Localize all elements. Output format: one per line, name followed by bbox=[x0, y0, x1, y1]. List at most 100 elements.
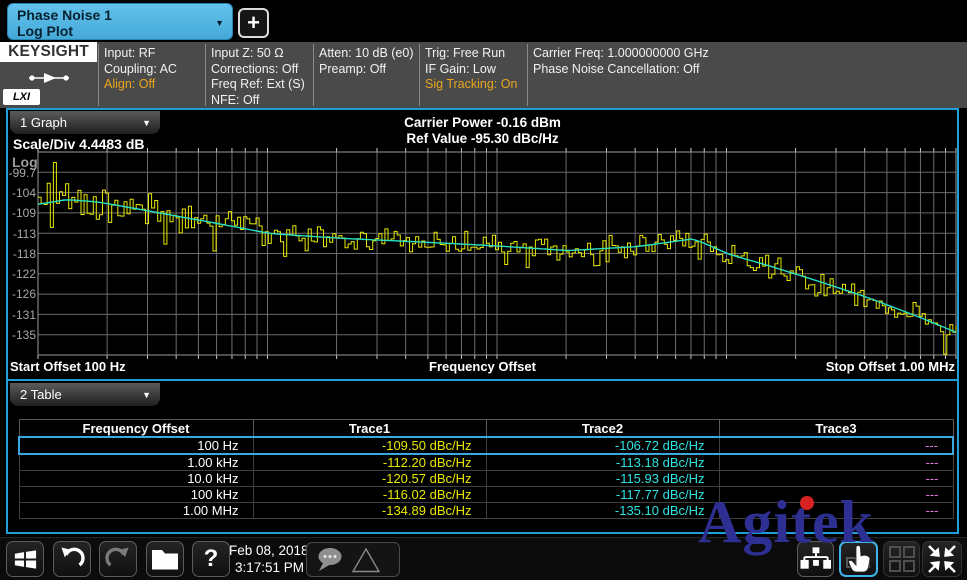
pane-divider bbox=[8, 379, 957, 381]
y-axis-tick: -131 bbox=[12, 308, 36, 322]
cell-trace1[interactable]: -116.02 dBc/Hz bbox=[253, 487, 486, 503]
y-axis-tick: -118 bbox=[13, 247, 36, 261]
stop-offset-label: Stop Offset 1.00 MHz bbox=[826, 359, 955, 374]
brand-logo: KEYSIGHT LXI bbox=[0, 42, 97, 108]
cell-frequency[interactable]: 100 Hz bbox=[19, 437, 253, 454]
redo-icon bbox=[103, 544, 133, 574]
col-header-trace2[interactable]: Trace2 bbox=[486, 420, 719, 438]
cell-trace2[interactable]: -106.72 dBc/Hz bbox=[486, 437, 719, 454]
chevron-down-icon[interactable]: ▼ bbox=[215, 18, 224, 28]
header-col-carrier[interactable]: Carrier Freq: 1.000000000 GHz Phase Nois… bbox=[533, 46, 709, 77]
touch-icon bbox=[844, 544, 874, 574]
block-diagram-button[interactable] bbox=[797, 541, 834, 577]
message-panel[interactable] bbox=[306, 542, 400, 577]
cell-trace2[interactable]: -117.77 dBc/Hz bbox=[486, 487, 719, 503]
block-diagram-icon bbox=[800, 546, 831, 572]
status-line: Align: Off bbox=[104, 77, 177, 93]
header-divider bbox=[313, 44, 314, 106]
status-line: Phase Noise Cancellation: Off bbox=[533, 62, 709, 78]
y-axis-tick: -104 bbox=[12, 186, 36, 200]
cell-trace2[interactable]: -113.18 dBc/Hz bbox=[486, 454, 719, 471]
status-line: Preamp: Off bbox=[319, 62, 414, 78]
windows-start-button[interactable] bbox=[6, 541, 44, 577]
status-line: IF Gain: Low bbox=[425, 62, 517, 78]
status-line: NFE: Off bbox=[211, 93, 305, 109]
status-header: KEYSIGHT LXI Input: RF Coupling: AC Alig… bbox=[0, 42, 967, 108]
cell-trace3[interactable]: --- bbox=[719, 437, 953, 454]
cell-trace3[interactable]: --- bbox=[719, 487, 953, 503]
x-axis-row: Start Offset 100 Hz Frequency Offset Sto… bbox=[8, 359, 957, 376]
table-row[interactable]: 10.0 kHz -120.57 dBc/Hz -115.93 dBc/Hz -… bbox=[19, 471, 953, 487]
header-divider bbox=[527, 44, 528, 106]
window-grid-icon bbox=[888, 545, 916, 573]
keysight-arrow-icon bbox=[28, 72, 70, 84]
add-window-button[interactable]: + bbox=[238, 8, 269, 38]
touch-mode-button[interactable] bbox=[839, 541, 878, 577]
header-divider bbox=[419, 44, 420, 106]
work-area: 1 Graph ▼ Scale/Div 4.4483 dB Carrier Po… bbox=[6, 108, 959, 534]
help-button[interactable]: ? bbox=[192, 541, 230, 577]
table-header-row: Frequency Offset Trace1 Trace2 Trace3 bbox=[19, 420, 953, 438]
folder-button[interactable] bbox=[146, 541, 184, 577]
header-col-input[interactable]: Input: RF Coupling: AC Align: Off bbox=[104, 46, 177, 93]
collapse-icon bbox=[925, 543, 959, 575]
cell-trace1[interactable]: -112.20 dBc/Hz bbox=[253, 454, 486, 471]
table-row[interactable]: 100 kHz -116.02 dBc/Hz -117.77 dBc/Hz --… bbox=[19, 487, 953, 503]
table-row[interactable]: 1.00 MHz -134.89 dBc/Hz -135.10 dBc/Hz -… bbox=[19, 503, 953, 519]
status-line: Freq Ref: Ext (S) bbox=[211, 77, 305, 93]
cell-trace3[interactable]: --- bbox=[719, 471, 953, 487]
col-header-frequency[interactable]: Frequency Offset bbox=[19, 420, 253, 438]
header-divider bbox=[98, 44, 99, 106]
status-line: Carrier Freq: 1.000000000 GHz bbox=[533, 46, 709, 62]
folder-icon bbox=[151, 547, 179, 571]
cell-frequency[interactable]: 100 kHz bbox=[19, 487, 253, 503]
windows-icon bbox=[12, 546, 39, 573]
cell-trace3[interactable]: --- bbox=[719, 503, 953, 519]
cell-frequency[interactable]: 1.00 kHz bbox=[19, 454, 253, 471]
y-axis-tick: -126 bbox=[12, 287, 36, 301]
x-axis-label: Frequency Offset bbox=[8, 359, 957, 374]
cell-frequency[interactable]: 10.0 kHz bbox=[19, 471, 253, 487]
undo-icon bbox=[57, 544, 87, 574]
plot-grid bbox=[38, 148, 956, 359]
redo-button[interactable] bbox=[99, 541, 137, 577]
cell-trace1[interactable]: -109.50 dBc/Hz bbox=[253, 437, 486, 454]
window-arrange-button[interactable] bbox=[883, 541, 920, 577]
header-col-inputz[interactable]: Input Z: 50 Ω Corrections: Off Freq Ref:… bbox=[211, 46, 305, 108]
status-line: Input: RF bbox=[104, 46, 177, 62]
status-line: Trig: Free Run bbox=[425, 46, 517, 62]
cell-trace1[interactable]: -120.57 dBc/Hz bbox=[253, 471, 486, 487]
y-axis-tick: -135 bbox=[12, 328, 36, 342]
y-axis-ticks: -99.7 -104 -109 -113 -118 -122 -126 -131… bbox=[9, 166, 37, 342]
header-divider bbox=[205, 44, 206, 106]
table-row[interactable]: 100 Hz -109.50 dBc/Hz -106.72 dBc/Hz --- bbox=[19, 437, 953, 454]
measurement-window-tab[interactable]: Phase Noise 1 Log Plot ▼ bbox=[7, 3, 233, 40]
table-row[interactable]: 1.00 kHz -112.20 dBc/Hz -113.18 dBc/Hz -… bbox=[19, 454, 953, 471]
instrument-screen: Phase Noise 1 Log Plot ▼ + KEYSIGHT LXI … bbox=[0, 0, 967, 580]
cell-trace2[interactable]: -135.10 dBc/Hz bbox=[486, 503, 719, 519]
status-line: Atten: 10 dB (e0) bbox=[319, 46, 414, 62]
col-header-trace3[interactable]: Trace3 bbox=[719, 420, 953, 438]
undo-button[interactable] bbox=[53, 541, 91, 577]
y-axis-tick: -122 bbox=[12, 267, 36, 281]
cell-trace3[interactable]: --- bbox=[719, 454, 953, 471]
cell-trace1[interactable]: -134.89 dBc/Hz bbox=[253, 503, 486, 519]
taskbar: ? Feb 08, 2018 3:17:51 PM bbox=[0, 537, 967, 580]
phase-noise-plot: Log -99.7 -104 -109 -113 -118 -122 -126 … bbox=[8, 110, 957, 360]
table-selector-dropdown[interactable]: 2 Table ▼ bbox=[10, 383, 160, 406]
y-axis-tick: -99.7 bbox=[9, 166, 37, 180]
collapse-fullscreen-button[interactable] bbox=[922, 541, 962, 577]
col-header-trace1[interactable]: Trace1 bbox=[253, 420, 486, 438]
status-line: Coupling: AC bbox=[104, 62, 177, 78]
time-label: 3:17:51 PM bbox=[229, 559, 309, 576]
date-label: Feb 08, 2018 bbox=[229, 542, 309, 559]
header-col-trig[interactable]: Trig: Free Run IF Gain: Low Sig Tracking… bbox=[425, 46, 517, 93]
datetime-display[interactable]: Feb 08, 2018 3:17:51 PM bbox=[229, 542, 309, 576]
lxi-badge: LXI bbox=[3, 89, 40, 105]
header-col-atten[interactable]: Atten: 10 dB (e0) Preamp: Off bbox=[319, 46, 414, 77]
window-tab-title: Phase Noise 1 bbox=[17, 7, 112, 23]
results-table: Frequency Offset Trace1 Trace2 Trace3 10… bbox=[18, 419, 954, 519]
cell-trace2[interactable]: -115.93 dBc/Hz bbox=[486, 471, 719, 487]
cell-frequency[interactable]: 1.00 MHz bbox=[19, 503, 253, 519]
y-axis-tick: -113 bbox=[13, 227, 36, 241]
